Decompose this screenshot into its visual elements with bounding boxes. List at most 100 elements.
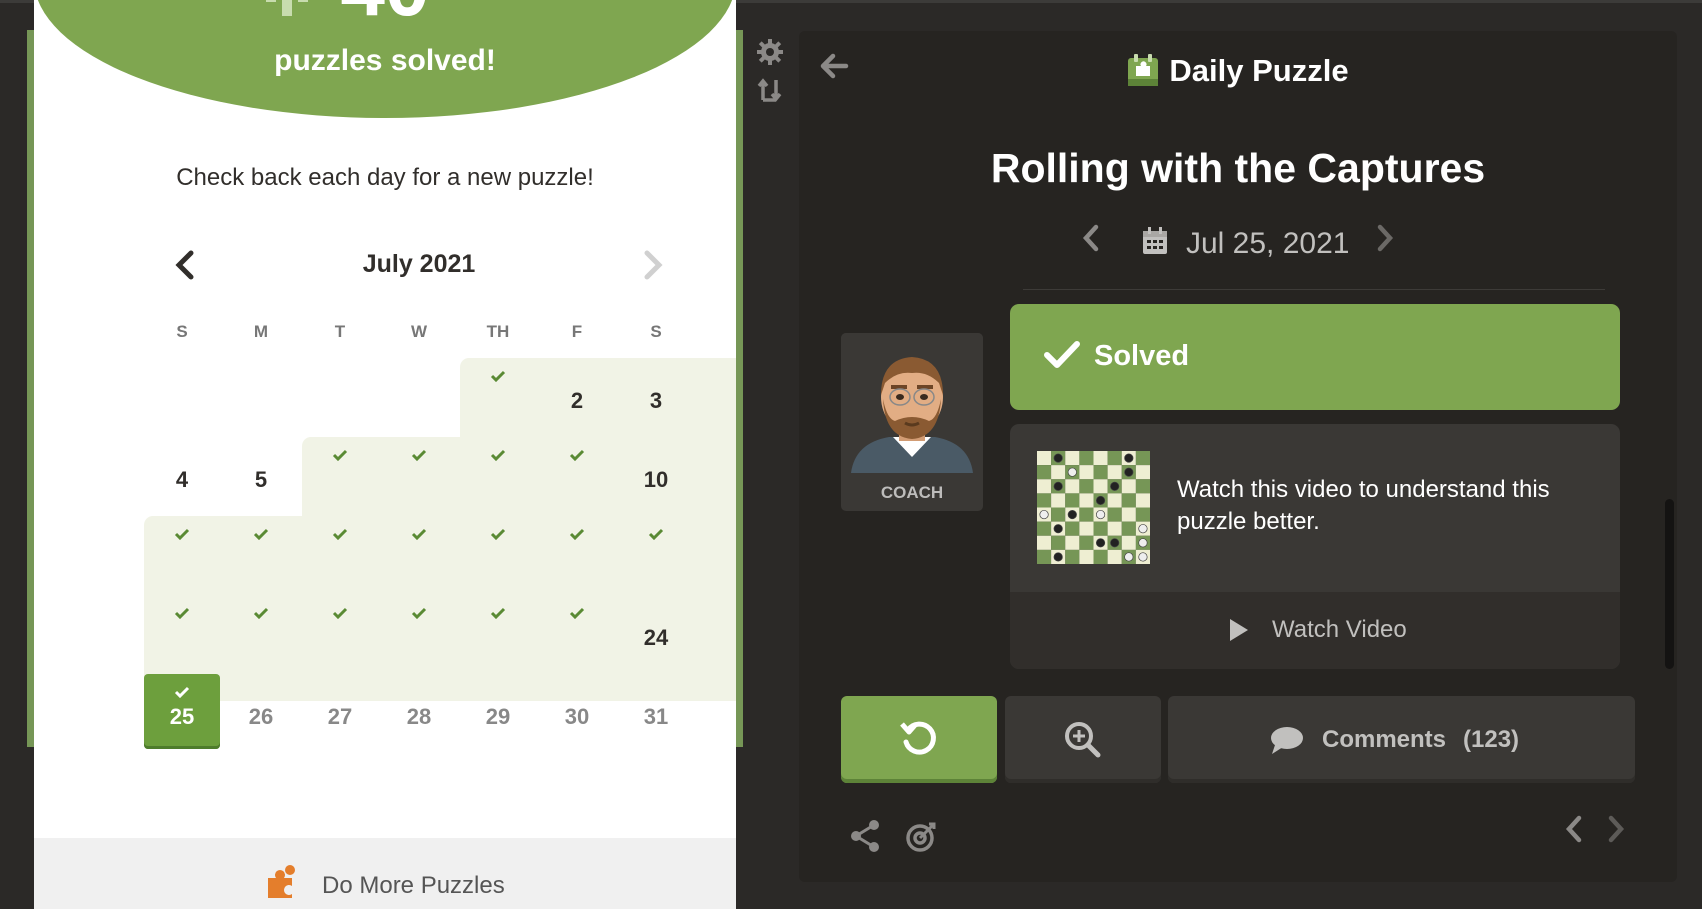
next-puzzle-button[interactable]	[1605, 813, 1627, 854]
checkmark-icon	[411, 528, 427, 540]
chevron-right-icon	[644, 250, 663, 280]
chevron-left-icon	[1082, 224, 1099, 252]
checkmark-icon	[569, 449, 585, 461]
coach-avatar-card[interactable]: COACH	[841, 333, 983, 511]
solved-count-banner: 40 puzzles solved!	[34, 0, 736, 118]
settings-button[interactable]	[756, 38, 784, 66]
checkmark-icon	[569, 607, 585, 619]
calendar-day-number: 28	[406, 704, 432, 729]
target-icon[interactable]	[905, 819, 937, 853]
calendar-day-number: 29	[485, 704, 511, 729]
do-more-puzzles-button[interactable]: Do More Puzzles	[34, 838, 736, 909]
analysis-button[interactable]	[1005, 696, 1161, 783]
calendar-day: 26	[223, 674, 299, 749]
solved-count-label: puzzles solved!	[274, 44, 496, 77]
calendar-header: July 2021	[144, 248, 694, 288]
play-icon	[1230, 619, 1248, 641]
speech-bubble-icon	[1271, 727, 1303, 754]
next-day-button[interactable]	[1375, 223, 1395, 261]
weekday-header: T	[334, 322, 346, 341]
calendar-day[interactable]: 5	[223, 437, 299, 512]
puzzle-title: Rolling with the Captures	[990, 145, 1486, 191]
checkmark-icon	[411, 449, 427, 461]
checkmark-icon	[332, 607, 348, 619]
checkmark-icon	[490, 528, 506, 540]
panel-header: Daily Puzzle	[799, 53, 1677, 89]
flip-board-button[interactable]	[756, 76, 784, 104]
checkmark-icon	[411, 607, 427, 619]
calendar-day: 28	[381, 674, 457, 749]
chevron-right-icon	[1377, 224, 1394, 252]
flip-board-icon	[757, 78, 782, 102]
calendar-day[interactable]: 25	[144, 674, 220, 749]
weekday-header: S	[650, 322, 662, 341]
calendar-day[interactable]: 10	[618, 437, 694, 512]
calendar-icon[interactable]	[1142, 227, 1168, 255]
gear-icon	[757, 39, 783, 65]
checkmark-icon	[490, 449, 506, 461]
coach-label: COACH	[880, 483, 944, 502]
checkmark-icon	[490, 607, 506, 619]
calendar-day-number: 2	[570, 388, 584, 413]
calendar-day[interactable]: 24	[618, 595, 694, 670]
panel-title: Daily Puzzle	[1169, 53, 1349, 88]
calendar-day-number: 26	[248, 704, 274, 729]
puzzle-date[interactable]: Jul 25, 2021	[1186, 227, 1349, 261]
calendar-day-number: 17	[618, 546, 736, 572]
magnifier-icon	[1065, 722, 1101, 758]
calendar-day: 29	[460, 674, 536, 749]
coach-avatar	[841, 333, 983, 473]
calendar-month: July 2021	[362, 250, 476, 278]
calendar-day: 27	[302, 674, 378, 749]
comments-button[interactable]: Comments (123)	[1168, 696, 1635, 783]
do-more-puzzles-label: Do More Puzzles	[322, 872, 505, 899]
solved-count: 40	[34, 0, 736, 28]
retry-icon	[900, 721, 936, 755]
weekday-header: TH	[486, 322, 510, 341]
checkmark-icon	[332, 449, 348, 461]
calendar-day[interactable]: 3	[618, 358, 694, 433]
checkmark-icon	[174, 528, 190, 540]
puzzle-piece-icon	[268, 865, 295, 898]
calendar-day-number: 25	[169, 704, 195, 729]
calendar-day[interactable]: 4	[144, 437, 220, 512]
share-icon[interactable]	[849, 819, 881, 853]
calendar-day-number: 27	[327, 704, 353, 729]
calendar-day-number: 31	[643, 704, 669, 729]
previous-day-button[interactable]	[1081, 223, 1101, 261]
previous-puzzle-button[interactable]	[1563, 813, 1585, 854]
comments-label: Comments	[1322, 726, 1447, 753]
calendar-day: 30	[539, 674, 615, 749]
weekday-header: W	[410, 322, 428, 341]
checkmark-icon	[648, 528, 664, 540]
calendar-day[interactable]: 2	[539, 358, 615, 433]
weekday-header: S	[176, 322, 188, 341]
calendar-day-number: 5	[254, 467, 268, 492]
weekday-header: F	[571, 322, 583, 341]
panel-scrollbar[interactable]	[1665, 499, 1674, 669]
calendar-day-number: 10	[643, 467, 669, 492]
chevron-right-icon	[1608, 815, 1625, 843]
checkmark-icon	[332, 528, 348, 540]
watch-video-button[interactable]: Watch Video	[1010, 592, 1620, 669]
checkmark-icon	[253, 528, 269, 540]
calendar-day-number: 30	[564, 704, 590, 729]
video-thumbnail[interactable]	[1037, 451, 1150, 564]
check-back-message: Check back each day for a new puzzle!	[176, 164, 594, 191]
checkmark-icon	[490, 370, 506, 382]
calendar-day-number: 24	[643, 625, 669, 650]
daily-puzzle-panel: Daily Puzzle Rolling with the Captures J…	[799, 31, 1677, 882]
daily-puzzle-icon	[1128, 54, 1159, 86]
calendar-day: 31	[618, 674, 694, 749]
checkmark-icon	[174, 607, 190, 619]
chevron-left-icon	[1565, 815, 1582, 843]
checkmark-icon	[1044, 341, 1080, 368]
calendar-day-number: 3	[649, 388, 663, 413]
daily-puzzle-calendar-modal: 40 puzzles solved! Check back each day f…	[34, 0, 736, 909]
retry-button[interactable]	[841, 696, 997, 783]
solved-label: Solved	[1094, 340, 1190, 372]
comments-count: (123)	[1463, 726, 1520, 753]
weekday-header: M	[253, 322, 269, 341]
next-month-button[interactable]	[642, 250, 664, 288]
watch-video-label: Watch Video	[1272, 616, 1407, 643]
